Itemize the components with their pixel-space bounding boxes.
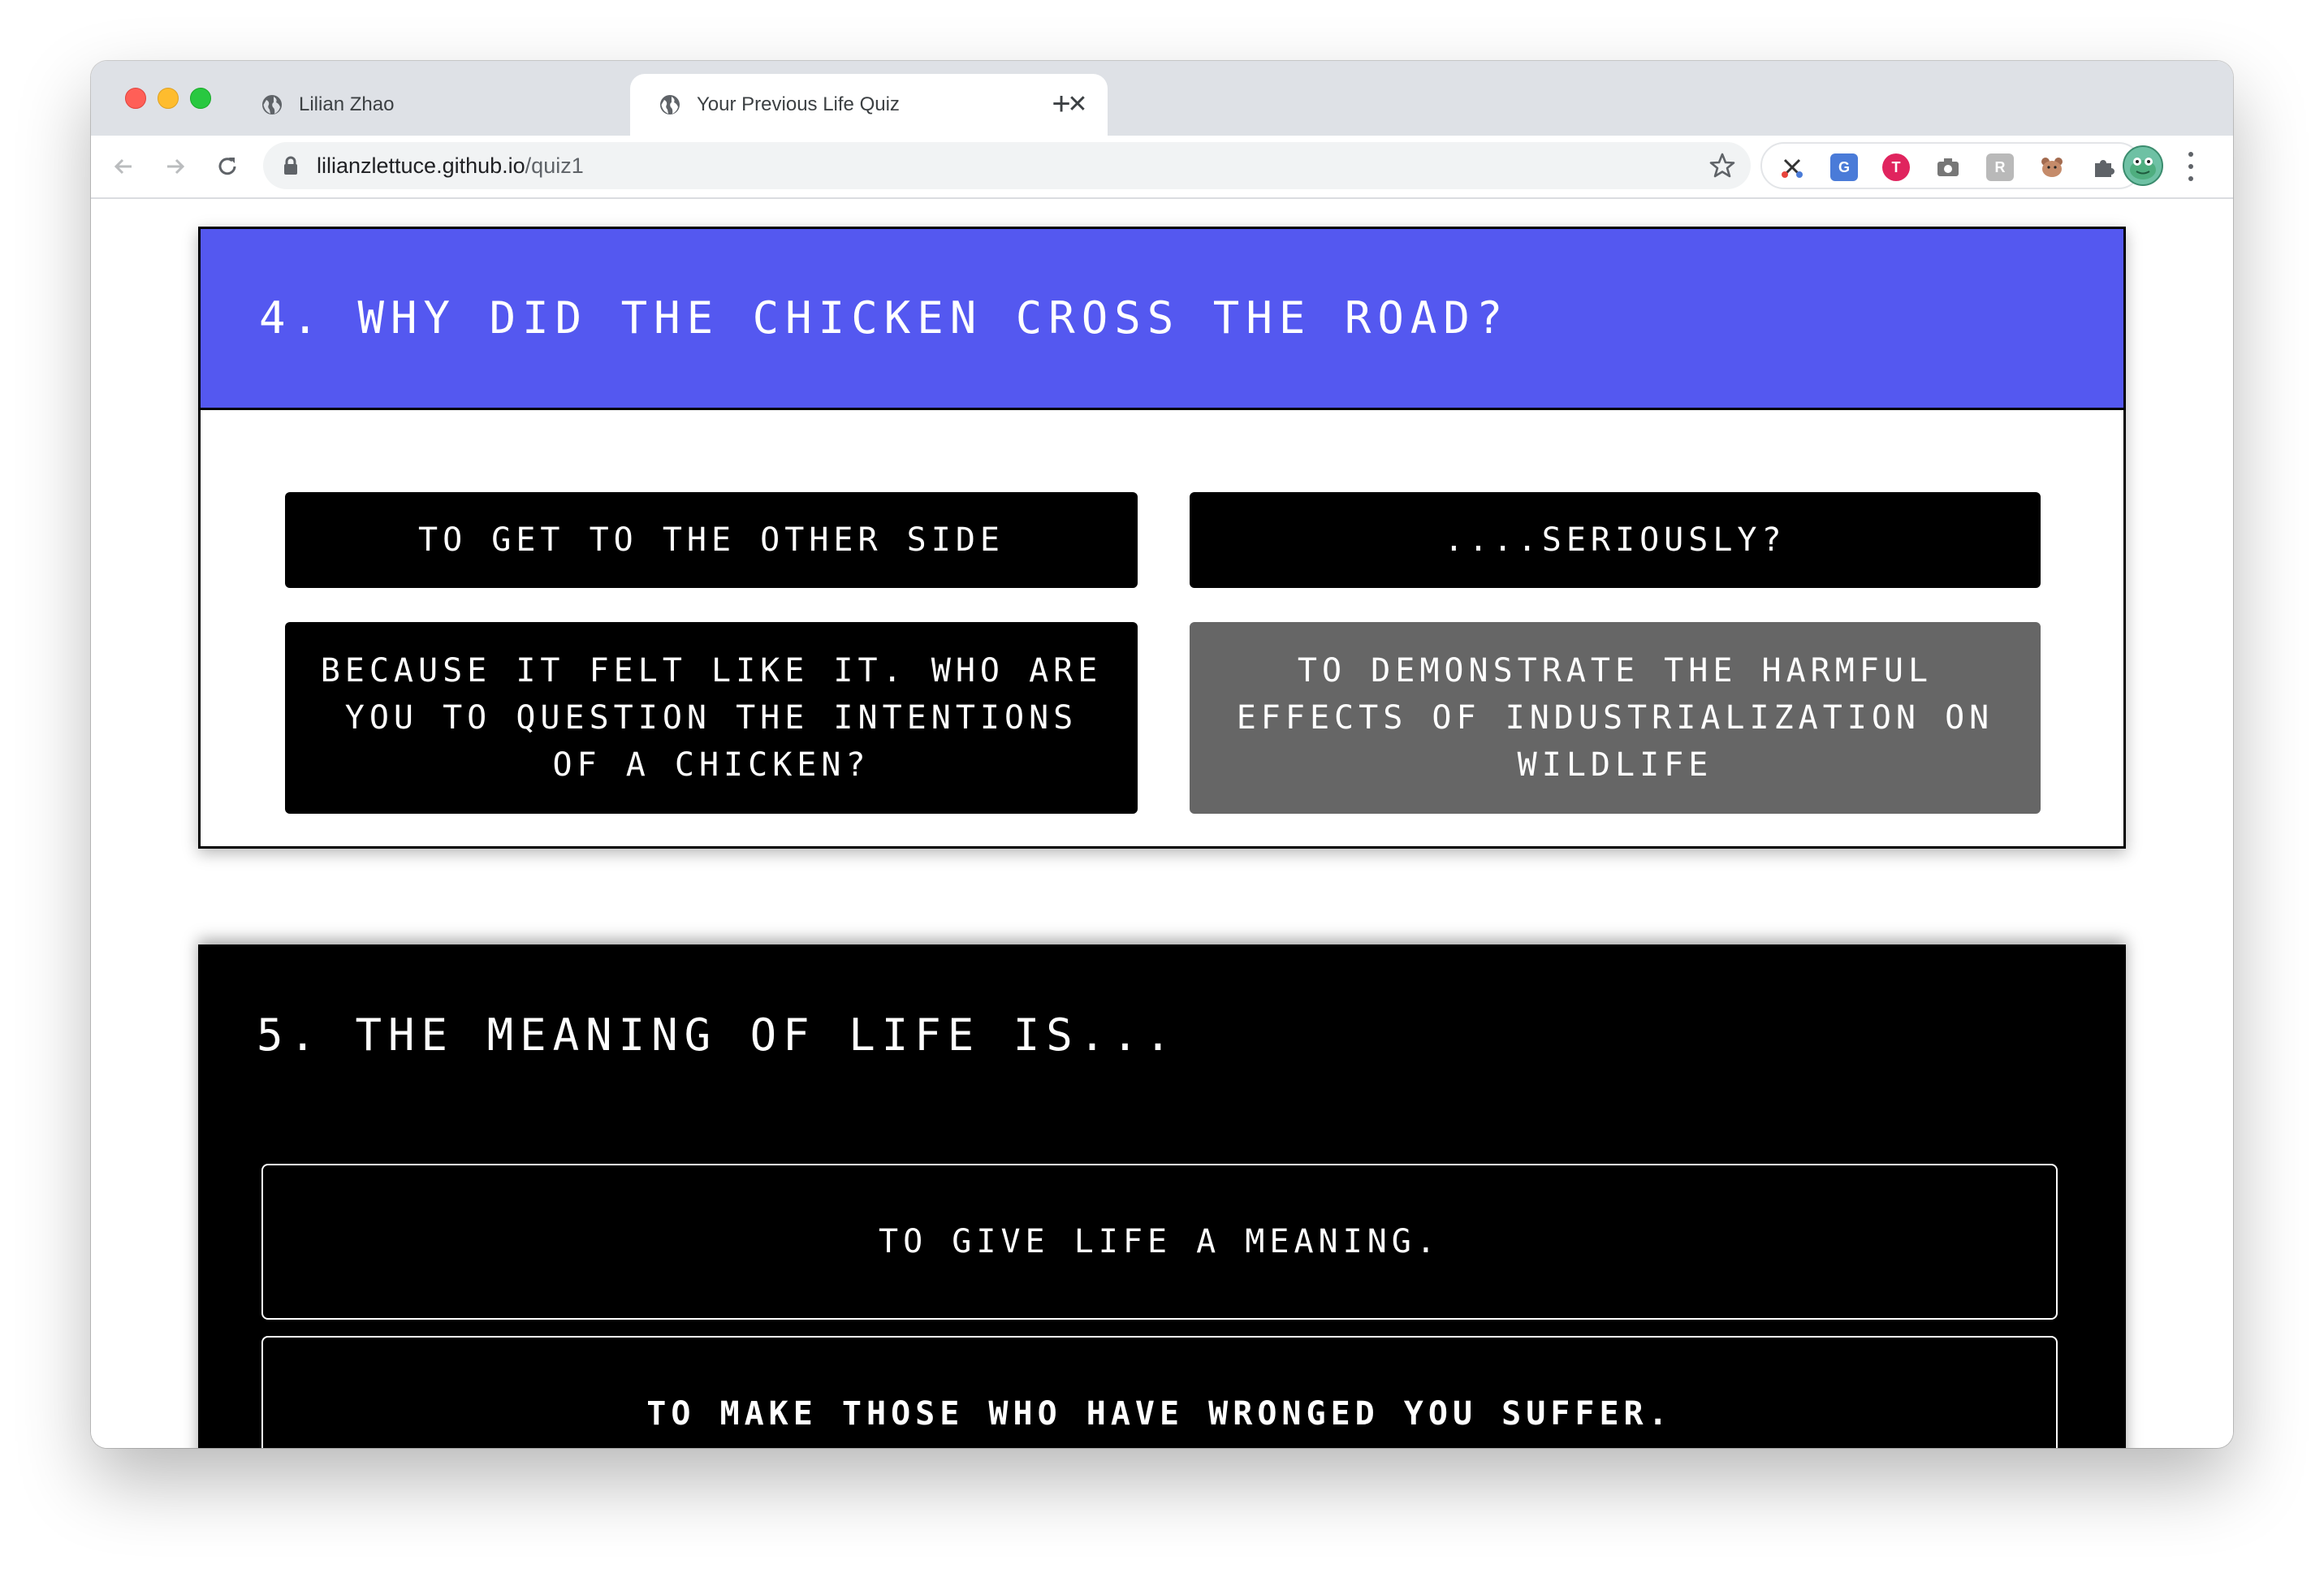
globe-icon bbox=[660, 95, 680, 115]
arrow-left-icon bbox=[114, 158, 132, 175]
puzzle-icon[interactable] bbox=[2090, 153, 2118, 181]
tab-strip: Lilian Zhao ✕ Your Previous Life Quiz ✕ … bbox=[91, 61, 2233, 136]
question-5-card: 5. The meaning of life is... To give lif… bbox=[198, 944, 2126, 1448]
url-host: lilianzlettuce.github.io bbox=[317, 153, 525, 178]
answer-option[interactable]: To get to the other side bbox=[285, 492, 1138, 588]
back-button[interactable] bbox=[104, 147, 143, 186]
page-viewport[interactable]: 4. Why did the chicken cross the road? T… bbox=[91, 199, 2233, 1448]
avatar-icon bbox=[2130, 158, 2156, 179]
browser-window: Lilian Zhao ✕ Your Previous Life Quiz ✕ … bbox=[91, 61, 2233, 1448]
extensions-area: G T R bbox=[1760, 142, 2142, 189]
bear-icon[interactable] bbox=[2038, 153, 2066, 181]
url-text: lilianzlettuce.github.io/quiz1 bbox=[317, 153, 584, 179]
browser-menu-button[interactable] bbox=[2181, 149, 2201, 184]
red-circle-icon[interactable]: T bbox=[1882, 153, 1910, 181]
reload-button[interactable] bbox=[208, 147, 247, 186]
tab-title: Your Previous Life Quiz bbox=[697, 93, 900, 115]
close-window-button[interactable] bbox=[125, 88, 146, 109]
minimize-window-button[interactable] bbox=[158, 88, 179, 109]
answer-option[interactable]: Because it felt like it. Who are you to … bbox=[285, 622, 1138, 814]
maximize-window-button[interactable] bbox=[190, 88, 211, 109]
scissors-icon[interactable] bbox=[1778, 153, 1806, 181]
url-path: /quiz1 bbox=[525, 153, 584, 178]
new-tab-button[interactable]: + bbox=[1041, 84, 1082, 124]
answer-option[interactable]: To give life a meaning. bbox=[261, 1164, 2058, 1320]
bookmark-star-icon[interactable] bbox=[1708, 152, 1736, 179]
question-4-title: 4. Why did the chicken cross the road? bbox=[259, 292, 1510, 344]
question-4-card: 4. Why did the chicken cross the road? T… bbox=[198, 227, 2126, 849]
globe-icon bbox=[262, 95, 282, 115]
answer-option[interactable]: ....Seriously? bbox=[1190, 492, 2041, 588]
browser-toolbar: lilianzlettuce.github.io/quiz1 G T R bbox=[91, 136, 2233, 199]
question-4-header: 4. Why did the chicken cross the road? bbox=[201, 229, 2123, 410]
question-5-title: 5. The meaning of life is... bbox=[257, 1009, 1178, 1061]
answer-option[interactable]: To make those who have wronged you suffe… bbox=[261, 1336, 2058, 1448]
translate-icon[interactable]: G bbox=[1830, 153, 1858, 181]
arrow-right-icon bbox=[167, 158, 185, 175]
tab-previous-life-quiz[interactable]: Your Previous Life Quiz ✕ bbox=[630, 74, 1108, 136]
answer-option-selected[interactable]: To demonstrate the harmful effects of in… bbox=[1190, 622, 2041, 814]
profile-avatar[interactable] bbox=[2123, 145, 2163, 186]
lock-icon bbox=[284, 156, 297, 175]
gray-box-icon[interactable]: R bbox=[1986, 153, 2014, 181]
address-bar[interactable]: lilianzlettuce.github.io/quiz1 bbox=[263, 142, 1751, 189]
reload-icon bbox=[218, 158, 236, 175]
forward-button[interactable] bbox=[156, 147, 195, 186]
camera-icon[interactable] bbox=[1934, 153, 1962, 181]
tab-title: Lilian Zhao bbox=[299, 93, 395, 115]
